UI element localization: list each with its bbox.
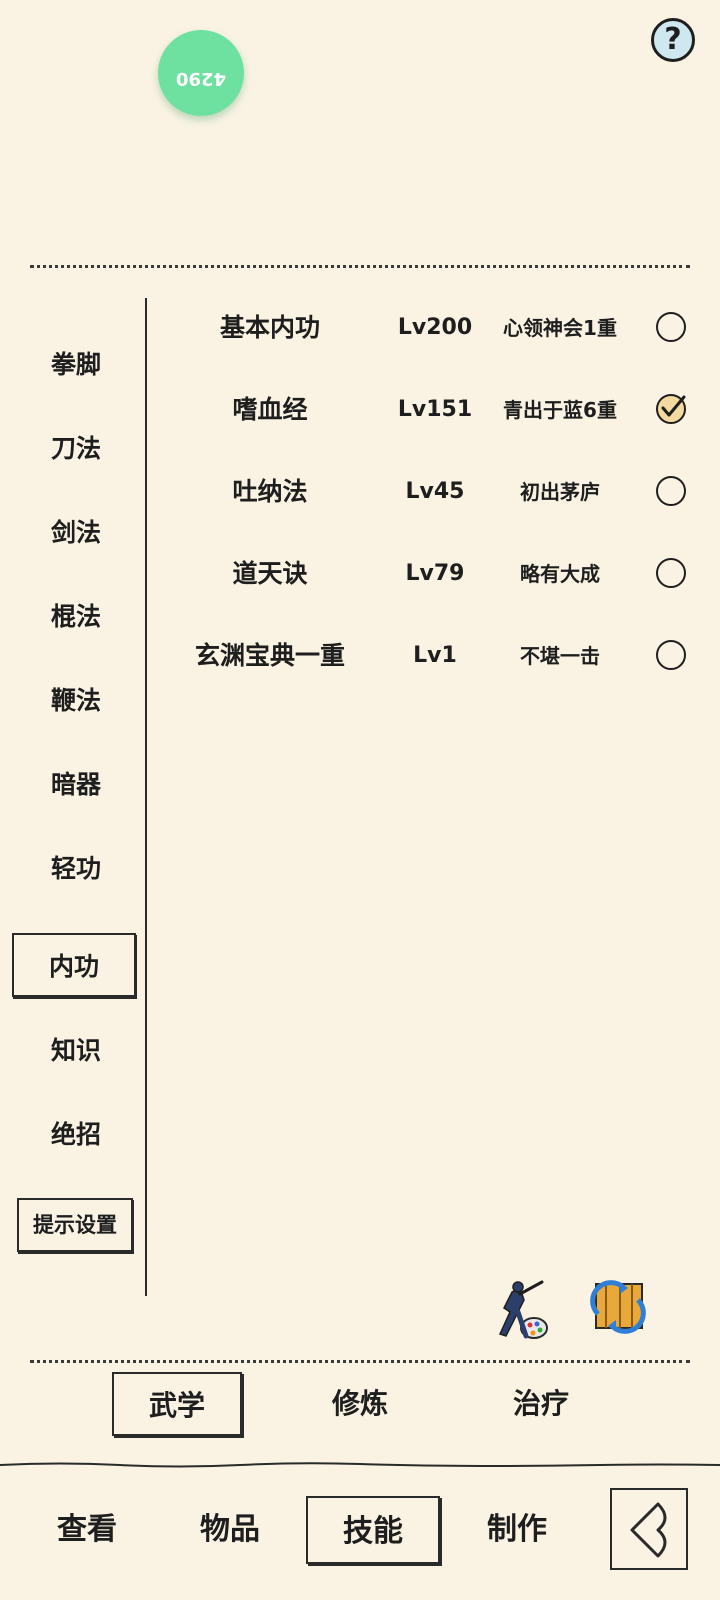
back-arrow-icon — [630, 1502, 667, 1558]
nav-skills[interactable]: 技能 — [306, 1496, 440, 1564]
skill-row[interactable]: 玄渊宝典一重 Lv1 不堪一击 — [160, 626, 700, 686]
skill-rank: 心领神会1重 — [503, 316, 617, 340]
skill-row[interactable]: 基本内功 Lv200 心领神会1重 — [160, 298, 700, 358]
skill-name: 基本内功 — [219, 313, 320, 342]
top-divider — [30, 265, 690, 268]
tab-cultivation[interactable]: 修炼 — [295, 1372, 425, 1436]
skill-level: Lv79 — [405, 561, 465, 586]
skill-name: 吐纳法 — [232, 477, 308, 506]
skill-level: Lv1 — [413, 643, 457, 668]
stamp-number: 4290 — [175, 68, 227, 89]
skill-level: Lv200 — [397, 315, 473, 340]
nav-crafting[interactable]: 制作 — [450, 1496, 584, 1564]
skill-name: 嗜血经 — [232, 395, 308, 424]
skill-level: Lv151 — [397, 397, 473, 422]
skill-select-radio[interactable] — [656, 476, 686, 506]
skill-rank: 初出茅庐 — [520, 480, 600, 504]
skill-rank: 略有大成 — [520, 562, 600, 586]
skill-row[interactable]: 吐纳法 Lv45 初出茅庐 — [160, 462, 700, 522]
bottom-divider — [30, 1360, 690, 1363]
nav-items[interactable]: 物品 — [163, 1496, 297, 1564]
help-button[interactable]: ? — [651, 18, 695, 62]
skill-select-radio[interactable] — [656, 558, 686, 588]
sidebar-item-fist[interactable]: 拳脚 — [20, 335, 132, 395]
skill-select-radio[interactable] — [656, 640, 686, 670]
skill-name: 玄渊宝典一重 — [194, 641, 345, 670]
sidebar-item-whip[interactable]: 鞭法 — [20, 671, 132, 731]
swap-scroll-icon[interactable] — [584, 1274, 650, 1340]
skill-rank: 不堪一击 — [520, 644, 600, 668]
skill-name: 道天诀 — [232, 559, 308, 588]
sidebar-item-inner-power[interactable]: 内功 — [12, 933, 136, 997]
sidebar-item-sword[interactable]: 剑法 — [20, 503, 132, 563]
nav-view[interactable]: 查看 — [20, 1496, 154, 1564]
skill-select-radio[interactable] — [656, 312, 686, 342]
sidebar-divider — [145, 298, 147, 1296]
sidebar-item-hidden-weapon[interactable]: 暗器 — [20, 755, 132, 815]
sidebar-item-blade[interactable]: 刀法 — [20, 419, 132, 479]
tab-healing[interactable]: 治疗 — [476, 1372, 606, 1436]
warrior-paint-icon[interactable] — [490, 1278, 556, 1344]
back-button[interactable] — [610, 1488, 688, 1570]
sidebar-item-ultimate[interactable]: 绝招 — [20, 1105, 132, 1165]
skill-rank: 青出于蓝6重 — [503, 398, 617, 422]
skill-row[interactable]: 嗜血经 Lv151 青出于蓝6重 — [160, 380, 700, 440]
checkmark-icon — [661, 395, 686, 417]
level-stamp-badge: 4290 — [158, 30, 244, 116]
skill-select-radio-checked[interactable] — [656, 394, 686, 424]
sidebar-item-lightness[interactable]: 轻功 — [20, 839, 132, 899]
skill-row[interactable]: 道天诀 Lv79 略有大成 — [160, 544, 700, 604]
skill-level: Lv45 — [405, 479, 465, 504]
sidebar-item-knowledge[interactable]: 知识 — [20, 1021, 132, 1081]
sidebar-item-staff[interactable]: 棍法 — [20, 587, 132, 647]
tab-martial-arts[interactable]: 武学 — [112, 1372, 242, 1436]
hint-settings-button[interactable]: 提示设置 — [17, 1198, 133, 1252]
brush-divider — [0, 1462, 720, 1468]
